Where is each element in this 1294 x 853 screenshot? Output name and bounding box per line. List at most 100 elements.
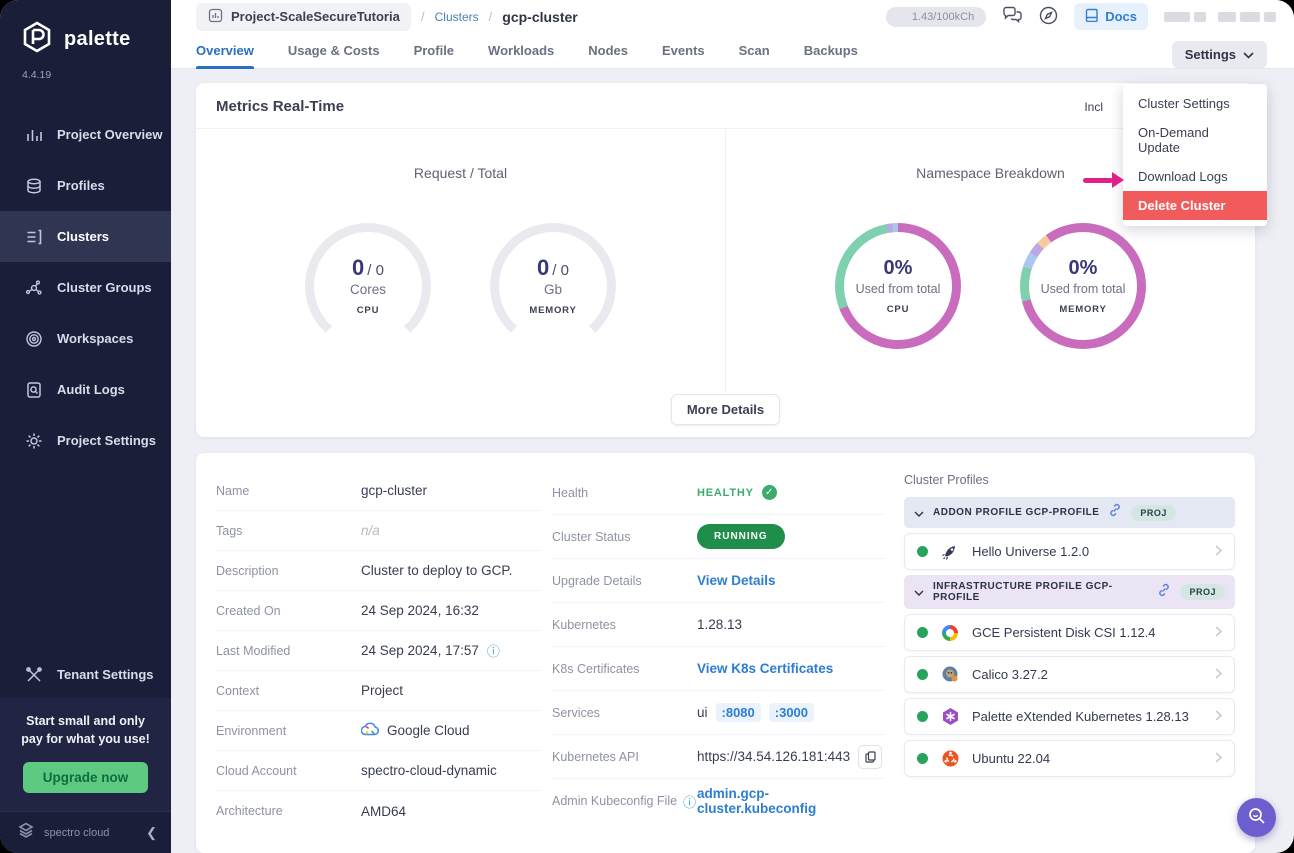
view-details-link[interactable]: View Details: [697, 573, 776, 588]
memory-gauge-unit: Gb: [544, 282, 562, 297]
detail-label: Health: [552, 486, 697, 500]
sidebar-item-cluster-groups[interactable]: Cluster Groups: [0, 262, 171, 313]
gce-disk-icon: [939, 622, 961, 644]
copy-button[interactable]: [858, 745, 882, 769]
topbar-right: 1.43/100kCh Docs: [886, 3, 1276, 30]
memory-donut-metric: MEMORY: [1059, 304, 1106, 315]
feedback-chat-button[interactable]: [1002, 6, 1023, 27]
sidebar-item-profiles[interactable]: Profiles: [0, 160, 171, 211]
settings-dropdown-button[interactable]: Settings: [1172, 41, 1267, 68]
concentric-rings-icon: [24, 329, 43, 348]
tab-nodes[interactable]: Nodes: [588, 34, 628, 68]
service-name: ui: [697, 705, 708, 720]
menu-item-delete-cluster[interactable]: Delete Cluster: [1123, 191, 1267, 220]
help-search-fab[interactable]: [1237, 798, 1276, 837]
cpu-donut-label: Used from total: [856, 282, 941, 296]
profile-item-ubuntu[interactable]: Ubuntu 22.04: [904, 740, 1235, 777]
sidebar-item-project-overview[interactable]: Project Overview: [0, 109, 171, 160]
service-port-link[interactable]: :3000: [769, 703, 814, 722]
redaction-block: [1164, 12, 1190, 22]
sidebar-collapse-button[interactable]: ❮: [146, 825, 157, 841]
profile-item-calico[interactable]: Calico 3.27.2: [904, 656, 1235, 693]
detail-label: Cluster Status: [552, 530, 697, 544]
detail-label: Kubernetes API: [552, 750, 697, 764]
menu-item-download-logs[interactable]: Download Logs: [1123, 162, 1267, 191]
chevron-right-icon: [1215, 708, 1222, 726]
detail-value: Project: [361, 683, 540, 698]
status-dot: [917, 546, 928, 557]
detail-row-kubernetes: Kubernetes 1.28.13: [552, 603, 884, 647]
project-selector-chip[interactable]: Project-ScaleSecureTutoria: [196, 3, 411, 31]
detail-label: Environment: [216, 724, 361, 738]
docs-button[interactable]: Docs: [1074, 3, 1148, 30]
menu-item-on-demand-update[interactable]: On-Demand Update: [1123, 118, 1267, 162]
detail-row-upgrade-details: Upgrade Details View Details: [552, 559, 884, 603]
detail-label: Tags: [216, 524, 361, 538]
chevron-down-icon: [914, 583, 924, 601]
palette-extended-kubernetes-icon: [939, 706, 961, 728]
chat-bubbles-icon: [1002, 6, 1023, 27]
service-port-link[interactable]: :8080: [716, 703, 761, 722]
detail-value: gcp-cluster: [361, 483, 540, 498]
tab-usage-costs[interactable]: Usage & Costs: [288, 34, 380, 68]
profile-section-label: ADDON PROFILE GCP-PROFILE: [933, 507, 1099, 518]
detail-row-description: Description Cluster to deploy to GCP.: [216, 551, 540, 591]
check-circle-icon: ✓: [762, 485, 777, 500]
cluster-list-icon: [24, 227, 43, 246]
tab-backups[interactable]: Backups: [804, 34, 858, 68]
sidebar-item-workspaces[interactable]: Workspaces: [0, 313, 171, 364]
sidebar-item-label: Project Settings: [57, 433, 156, 448]
logo-row: palette: [0, 0, 171, 63]
donuts-row: 0% Used from total CPU 0% Used from tota…: [835, 177, 1146, 394]
info-icon[interactable]: ⓘ: [683, 792, 696, 811]
upgrade-now-button[interactable]: Upgrade now: [23, 762, 149, 793]
view-k8s-certificates-link[interactable]: View K8s Certificates: [697, 661, 833, 676]
breadcrumb-clusters-link[interactable]: Clusters: [435, 10, 479, 24]
cpu-donut-metric: CPU: [887, 304, 909, 315]
menu-item-cluster-settings[interactable]: Cluster Settings: [1123, 89, 1267, 118]
sidebar-item-label: Audit Logs: [57, 382, 125, 397]
app-window: palette 4.4.19 Project Overview Profiles…: [0, 0, 1294, 853]
breadcrumb-separator: /: [489, 9, 493, 24]
sidebar: palette 4.4.19 Project Overview Profiles…: [0, 0, 171, 853]
sidebar-item-label: Cluster Groups: [57, 280, 152, 295]
memory-gauge-total: / 0: [552, 262, 569, 279]
sidebar-item-audit-logs[interactable]: Audit Logs: [0, 364, 171, 415]
metrics-card: Metrics Real-Time Incl Request / Total 0…: [196, 83, 1255, 437]
sidebar-item-clusters[interactable]: Clusters: [0, 211, 171, 262]
spectro-cloud-logo-icon: [16, 820, 36, 845]
profile-item-name: Hello Universe 1.2.0: [972, 544, 1204, 559]
promo-text: Start small and only pay for what you us…: [12, 712, 159, 748]
detail-label: Cloud Account: [216, 764, 361, 778]
info-icon[interactable]: ⓘ: [487, 641, 500, 660]
tab-scan[interactable]: Scan: [739, 34, 770, 68]
more-details-button[interactable]: More Details: [671, 394, 780, 425]
detail-value: spectro-cloud-dynamic: [361, 763, 540, 778]
cpu-gauge-metric: CPU: [357, 305, 379, 316]
profile-item-hello-universe[interactable]: Hello Universe 1.2.0: [904, 533, 1235, 570]
profile-item-gce-disk[interactable]: GCE Persistent Disk CSI 1.12.4: [904, 614, 1235, 651]
tab-profile[interactable]: Profile: [414, 34, 454, 68]
profile-item-pxk[interactable]: Palette eXtended Kubernetes 1.28.13: [904, 698, 1235, 735]
kubeconfig-download-link[interactable]: admin.gcp-cluster.kubeconfig: [697, 786, 884, 816]
user-menu-redacted[interactable]: [1164, 12, 1276, 22]
tab-workloads[interactable]: Workloads: [488, 34, 554, 68]
cpu-gauge: 0/ 0 Cores CPU: [305, 223, 431, 349]
proj-badge: PROJ: [1131, 505, 1176, 521]
status-dot: [917, 753, 928, 764]
detail-value: 24 Sep 2024, 17:57: [361, 643, 479, 658]
magnifier-smile-icon: [1247, 806, 1267, 829]
tab-events[interactable]: Events: [662, 34, 705, 68]
link-icon: [1157, 583, 1171, 602]
tab-overview[interactable]: Overview: [196, 34, 254, 68]
usage-credits-badge: 1.43/100kCh: [886, 7, 986, 27]
detail-row-admin-kubeconfig: Admin Kubeconfig Fileⓘ admin.gcp-cluster…: [552, 779, 884, 823]
detail-row-cloud-account: Cloud Account spectro-cloud-dynamic: [216, 751, 540, 791]
memory-gauge-value: 0: [537, 255, 549, 280]
infrastructure-profile-header[interactable]: INFRASTRUCTURE PROFILE GCP-PROFILE PROJ: [904, 575, 1235, 609]
whats-new-button[interactable]: [1039, 6, 1058, 28]
metrics-body: Request / Total 0/ 0 Cores CPU: [196, 129, 1255, 394]
sidebar-item-tenant-settings[interactable]: Tenant Settings: [0, 652, 171, 698]
sidebar-item-project-settings[interactable]: Project Settings: [0, 415, 171, 466]
addon-profile-header[interactable]: ADDON PROFILE GCP-PROFILE PROJ: [904, 497, 1235, 528]
